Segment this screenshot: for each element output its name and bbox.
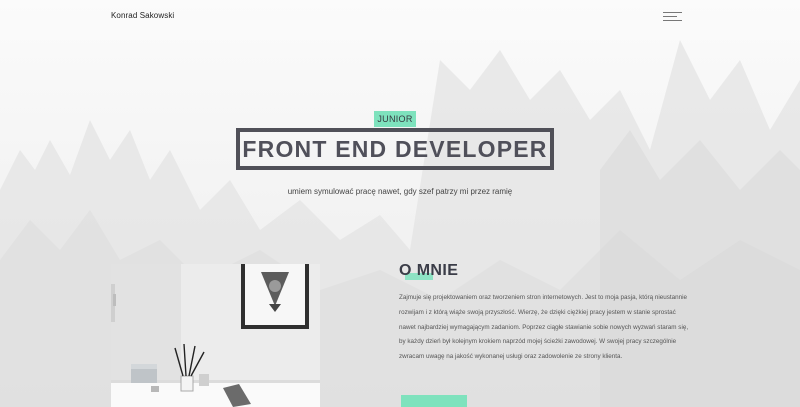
workspace-photo — [111, 264, 320, 407]
junior-badge: JUNIOR — [374, 111, 416, 127]
hamburger-menu-icon[interactable] — [663, 10, 682, 24]
page: Konrad Sakowski JUNIOR FRONT END DEVELOP… — [0, 0, 800, 407]
about-paragraph: Zajmuje się projektowaniem oraz tworzeni… — [399, 294, 689, 361]
about-title: O MNIE — [399, 262, 459, 279]
menu-line — [663, 12, 682, 13]
menu-line — [663, 16, 677, 17]
workspace-illustration — [111, 264, 320, 407]
hero-subtitle: umiem symulować pracę nawet, gdy szef pa… — [287, 187, 513, 196]
brand-name[interactable]: Konrad Sakowski — [111, 11, 174, 20]
hero-title: FRONT END DEVELOPER — [242, 135, 548, 162]
hero-title-box: FRONT END DEVELOPER — [236, 128, 554, 170]
cta-button[interactable] — [401, 395, 467, 407]
menu-line — [663, 20, 682, 21]
